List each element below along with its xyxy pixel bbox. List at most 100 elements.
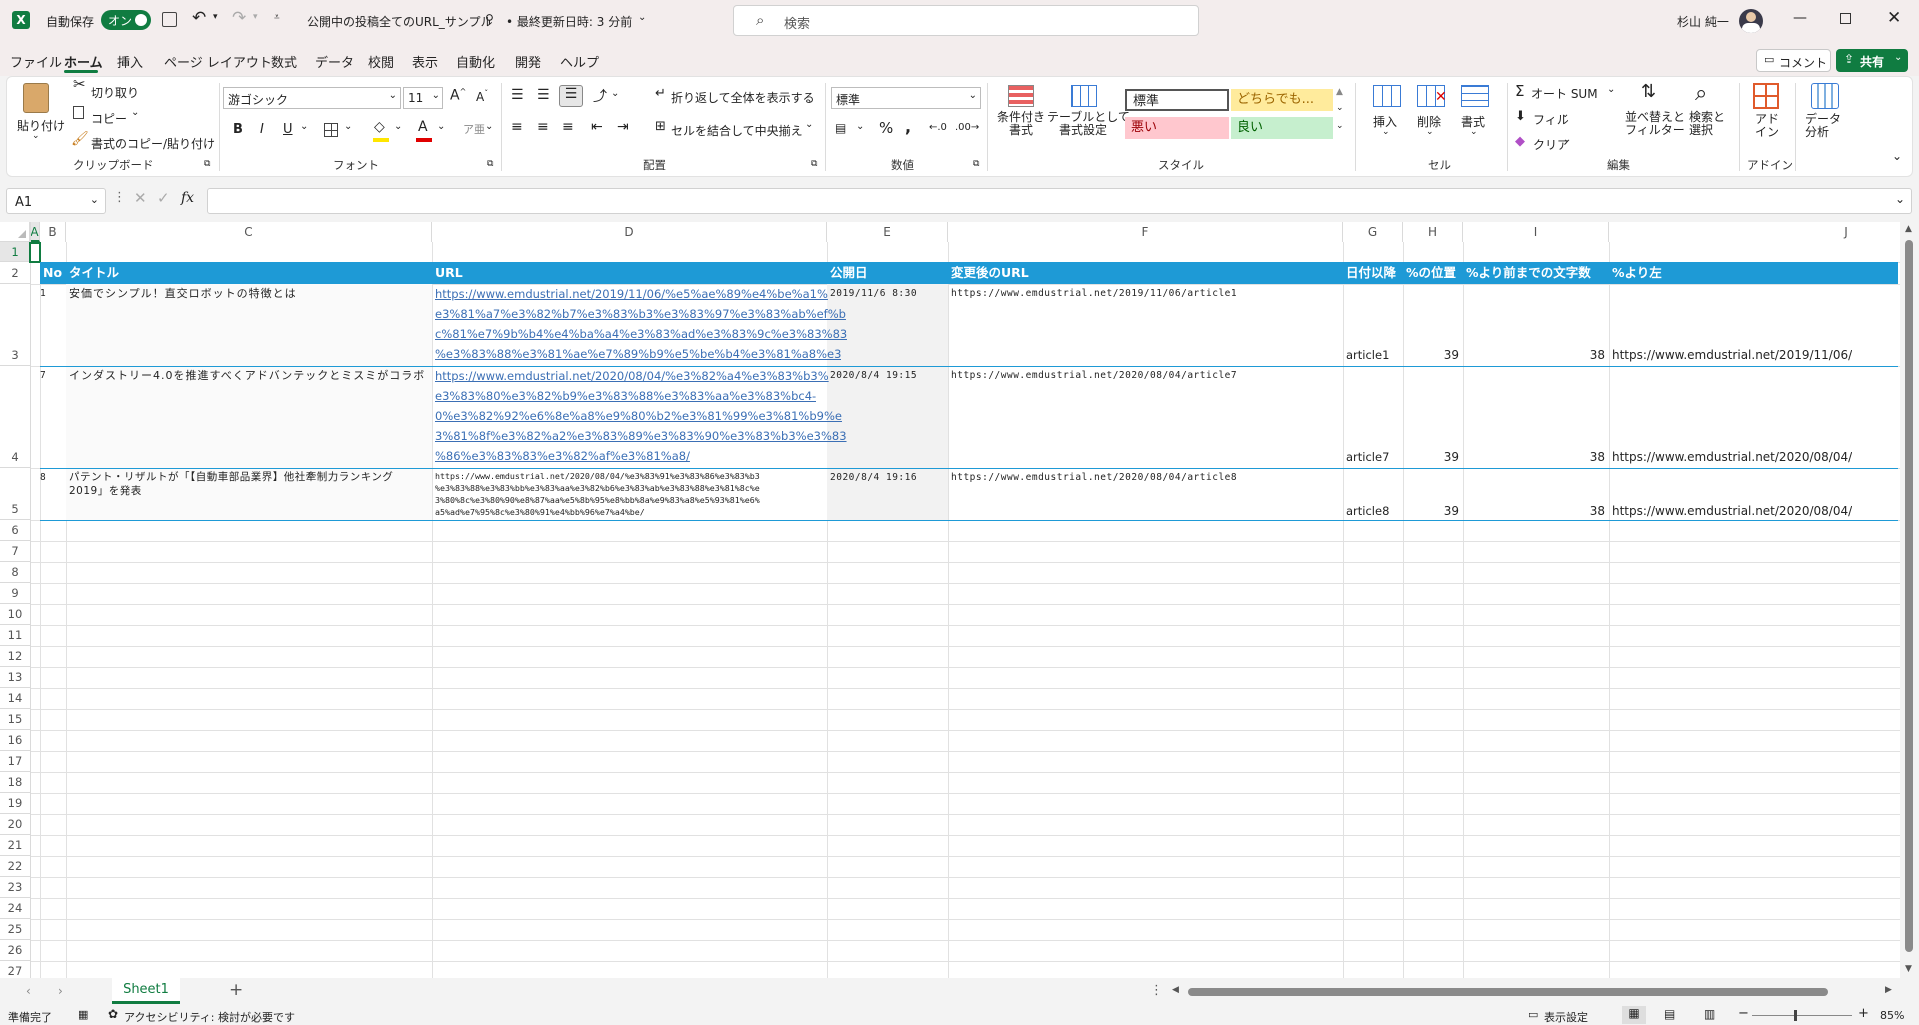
currency-icon[interactable]: ▤ xyxy=(835,121,846,135)
more-options-icon[interactable]: ⋮ xyxy=(1150,983,1163,998)
align-left-icon[interactable]: ≡ xyxy=(511,119,523,135)
tab-data[interactable]: データ xyxy=(315,52,354,71)
row5-url-line3[interactable]: 3%80%8c%e3%80%90%e8%87%aa%e5%8b%95%e8%bb… xyxy=(435,495,760,505)
merge-center-icon[interactable]: ⊞ xyxy=(655,119,666,134)
format-as-table-button[interactable]: テーブルとして 書式設定 xyxy=(1047,83,1130,145)
row-header-4[interactable]: 4 xyxy=(0,366,30,468)
active-cell[interactable] xyxy=(29,242,41,263)
row-header-2[interactable]: 2 xyxy=(0,262,30,284)
paste-button[interactable]: 貼り付け ⌄ xyxy=(17,83,65,145)
phonetic-dropdown-icon[interactable]: ⌄ xyxy=(485,121,493,132)
style-bad[interactable]: 悪い xyxy=(1125,117,1229,139)
number-format-select[interactable]: 標準 ⌄ xyxy=(831,87,981,109)
copy-dropdown-icon[interactable]: ⌄ xyxy=(131,107,139,118)
tab-insert[interactable]: 挿入 xyxy=(117,52,143,71)
page-layout-view-icon[interactable]: ▤ xyxy=(1664,1007,1675,1021)
zoom-level[interactable]: 85% xyxy=(1880,1009,1904,1022)
conditional-format-button[interactable]: 条件付き 書式 xyxy=(993,83,1045,145)
row-header-21[interactable]: 21 xyxy=(0,835,30,856)
row3-no[interactable]: 1 xyxy=(40,288,46,299)
eraser-icon[interactable]: ◆ xyxy=(1515,134,1525,149)
row3-url-line3[interactable]: c%81%e7%9b%b4%e4%ba%a4%e3%83%ad%e3%83%9c… xyxy=(435,325,847,345)
scissors-icon[interactable]: ✂ xyxy=(73,75,86,93)
row4-url-line3[interactable]: 0%e3%82%92%e6%8e%a8%e9%80%b2%e3%81%99%e3… xyxy=(435,407,842,427)
row-header-1[interactable]: 1 xyxy=(0,242,30,262)
scroll-thumb[interactable] xyxy=(1905,240,1913,952)
tab-view[interactable]: 表示 xyxy=(412,52,438,71)
user-name[interactable]: 杉山 純一 xyxy=(1677,13,1729,30)
next-sheet-icon[interactable]: › xyxy=(58,984,63,998)
percent-icon[interactable]: % xyxy=(879,119,893,137)
tab-automate[interactable]: 自動化 xyxy=(456,52,495,71)
header-new-url[interactable]: 変更後のURL xyxy=(948,262,1343,284)
copy-icon[interactable] xyxy=(73,106,84,119)
borders-dropdown-icon[interactable]: ⌄ xyxy=(344,121,352,132)
chevron-down-icon[interactable]: ⌄ xyxy=(638,12,646,23)
undo-icon[interactable]: ↶ xyxy=(192,8,206,28)
row4-url-line1[interactable]: https://www.emdustrial.net/2020/08/04/%e… xyxy=(435,367,829,387)
sheet-tab-sheet1[interactable]: Sheet1 xyxy=(112,978,180,1004)
avatar[interactable] xyxy=(1739,9,1763,33)
decrease-indent-icon[interactable]: ⇤ xyxy=(591,119,603,135)
delete-cells-button[interactable]: ✕ 削除 ⌄ xyxy=(1411,83,1449,145)
fill-color-icon[interactable]: ◇ xyxy=(374,119,385,135)
autosum-button[interactable]: オート SUM xyxy=(1531,85,1598,102)
row4-new-url[interactable]: https://www.emdustrial.net/2020/08/04/ar… xyxy=(951,370,1237,381)
row5-no[interactable]: 8 xyxy=(40,472,46,483)
row-header-22[interactable]: 22 xyxy=(0,856,30,877)
last-saved-text[interactable]: • 最終更新日時: 3 分前 xyxy=(506,13,632,30)
format-painter-button[interactable]: 書式のコピー/貼り付け xyxy=(91,135,215,152)
name-box[interactable]: A1 ⌄ xyxy=(6,188,106,214)
italic-button[interactable]: I xyxy=(260,122,264,137)
header-no[interactable]: No xyxy=(40,262,66,284)
autosum-dropdown-icon[interactable]: ⌄ xyxy=(1607,84,1615,95)
zoom-slider[interactable] xyxy=(1752,1010,1852,1021)
add-sheet-icon[interactable]: + xyxy=(229,980,243,1000)
merge-dropdown-icon[interactable]: ⌄ xyxy=(805,119,813,130)
underline-button[interactable]: U xyxy=(283,122,293,137)
font-color-icon[interactable]: A xyxy=(418,119,428,135)
tab-formulas[interactable]: 数式 xyxy=(271,52,297,71)
dialog-launcher-icon[interactable]: ⧉ xyxy=(811,159,817,169)
increase-font-size-icon[interactable]: A^ xyxy=(450,87,466,104)
style-normal[interactable]: 標準 xyxy=(1125,89,1229,111)
column-header-b[interactable]: B xyxy=(40,222,66,242)
column-header-a[interactable]: A xyxy=(30,222,40,242)
font-size-select[interactable]: 11 ⌄ xyxy=(403,87,443,109)
row3-left-of-pct[interactable]: https://www.emdustrial.net/2019/11/06/ xyxy=(1612,348,1852,362)
decrease-font-size-icon[interactable]: Aˇ xyxy=(476,89,488,104)
styles-scroll-up-icon[interactable]: ▲ xyxy=(1336,87,1343,97)
row3-url-line4[interactable]: %e3%83%88%e3%81%ae%e7%89%b9%e5%be%b4%e3%… xyxy=(435,345,841,365)
find-select-button[interactable]: ⌕ 検索と 選択 xyxy=(1687,81,1731,145)
header-left-of-pct[interactable]: %より左 xyxy=(1609,262,1898,284)
styles-more-icon[interactable]: ⌄ xyxy=(1336,121,1344,131)
autosave-toggle[interactable]: オン xyxy=(101,10,151,30)
tab-page-layout[interactable]: ページ レイアウト xyxy=(164,52,272,71)
row-header-19[interactable]: 19 xyxy=(0,793,30,814)
row4-title[interactable]: インダストリー4.0を推進すべくアドバンテックとミスミがコラボ xyxy=(69,367,425,383)
header-url[interactable]: URL xyxy=(432,262,827,284)
accessibility-icon[interactable]: ✿ xyxy=(108,1007,118,1021)
scroll-down-icon[interactable]: ▼ xyxy=(1905,964,1912,974)
row5-url-line1[interactable]: https://www.emdustrial.net/2020/08/04/%e… xyxy=(435,471,760,481)
vertical-scrollbar[interactable]: ▲ ▼ xyxy=(1900,222,1919,978)
row5-url-line2[interactable]: %e3%83%88%e3%83%bb%e3%83%aa%e3%82%b6%e3%… xyxy=(435,483,760,493)
insert-function-button[interactable]: fx xyxy=(181,190,194,206)
row5-url-line4[interactable]: a5%ad%e7%95%8c%e3%80%91%e4%bb%96%e7%a4%b… xyxy=(435,507,645,517)
format-painter-icon[interactable]: 🖌 xyxy=(71,131,89,147)
row-header-27[interactable]: 27 xyxy=(0,961,30,978)
underline-dropdown-icon[interactable]: ⌄ xyxy=(300,121,308,132)
row5-date[interactable]: 2020/8/4 19:16 xyxy=(830,472,917,483)
redo-dropdown-icon[interactable]: ▾ xyxy=(253,12,258,22)
row-header-20[interactable]: 20 xyxy=(0,814,30,835)
header-pct-position[interactable]: %の位置 xyxy=(1403,262,1463,284)
row-header-5[interactable]: 5 xyxy=(0,468,30,520)
dialog-launcher-icon[interactable]: ⧉ xyxy=(487,159,493,169)
row4-chars-before[interactable]: 38 xyxy=(1463,450,1605,464)
header-after-date[interactable]: 日付以降 xyxy=(1343,262,1403,284)
scroll-up-icon[interactable]: ▲ xyxy=(1905,224,1912,234)
tab-review[interactable]: 校閲 xyxy=(368,52,394,71)
row4-date[interactable]: 2020/8/4 19:15 xyxy=(830,370,917,381)
undo-dropdown-icon[interactable]: ▾ xyxy=(213,12,218,22)
addins-button[interactable]: アド イン xyxy=(1747,81,1787,145)
